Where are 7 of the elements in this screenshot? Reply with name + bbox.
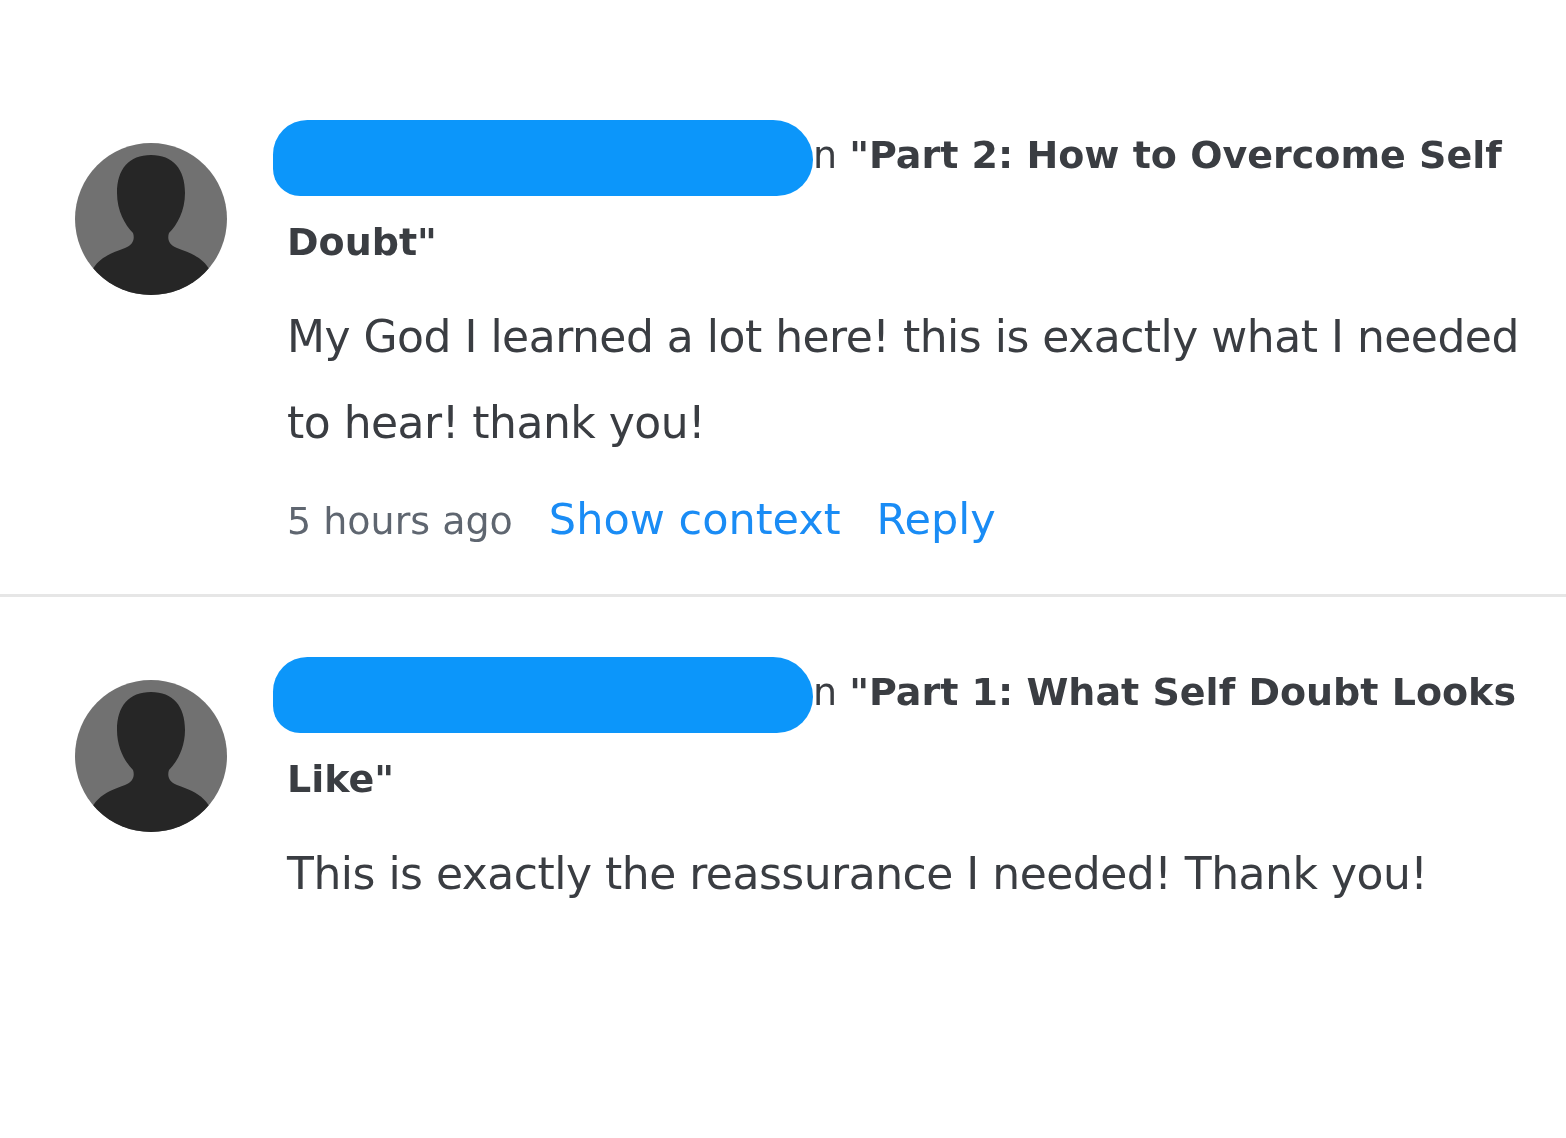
comment-header: n "Part 2: How to Overcome Self Doubt" xyxy=(287,112,1536,286)
reply-link[interactable]: Reply xyxy=(876,494,996,544)
comment-text: This is exactly the reassurance I needed! Thank you! xyxy=(287,847,1429,901)
show-context-link[interactable]: Show context xyxy=(548,494,841,544)
comment-header: n "Part 1: What Self Doubt Looks Like" xyxy=(287,649,1536,823)
comment-text: My God I learned a lot here! this is exactly what I needed to hear! thank you! xyxy=(287,310,1520,450)
timestamp: 5 hours ago xyxy=(287,499,513,543)
